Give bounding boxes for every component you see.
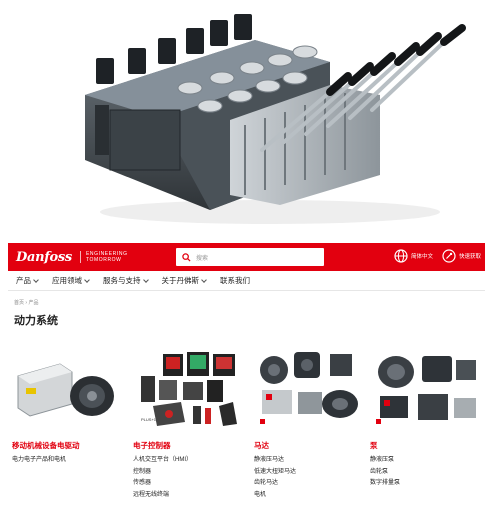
category-title[interactable]: 移动机械设备电驱动 [12, 440, 128, 451]
inverter-motor-image [17, 363, 114, 417]
category-links: 电力电子产品和电机 [12, 455, 128, 467]
language-selector[interactable]: 简体中文 [394, 249, 433, 263]
main-nav: 产品 应用领域 服务与支持 关于丹佛斯 联系我们 [8, 271, 485, 291]
support-icon [442, 249, 456, 263]
category-link[interactable]: 控制器 [133, 467, 249, 479]
breadcrumb[interactable]: 首页 › 产品 [14, 299, 38, 306]
category-title[interactable]: 泵 [370, 440, 485, 451]
page-title: 动力系统 [14, 315, 58, 327]
search-icon [182, 252, 191, 262]
category-title[interactable]: 电子控制器 [133, 440, 249, 451]
category-image[interactable] [254, 346, 370, 434]
nav-label: 应用领域 [52, 276, 82, 285]
nav-item-contact[interactable]: 联系我们 [220, 275, 250, 286]
category-image[interactable]: PLUS+1 [133, 346, 249, 434]
search-placeholder: 搜索 [196, 255, 209, 262]
nav-label: 关于丹佛斯 [161, 276, 200, 285]
category-link[interactable]: 数字排量泵 [370, 478, 485, 490]
category-link[interactable]: 静液压泵 [370, 455, 485, 467]
category-image[interactable] [370, 346, 485, 434]
chevron-down-icon [142, 276, 149, 283]
category-link[interactable]: 低速大扭矩马达 [254, 467, 370, 479]
quick-support-link[interactable]: 快速获取 [442, 249, 481, 263]
valve-stack-illustration [85, 14, 466, 224]
chevron-down-icon [84, 276, 90, 283]
nav-label: 服务与支持 [103, 276, 141, 285]
brand-badge [260, 419, 265, 424]
pumps-image [378, 356, 476, 420]
category-link[interactable]: 电机 [254, 490, 370, 502]
chevron-down-icon [201, 276, 207, 283]
nav-label: 联系我们 [220, 276, 250, 285]
category-links: 静液压泵 齿轮泵 数字排量泵 [370, 455, 485, 490]
category-link[interactable]: 传感器 [133, 478, 249, 490]
danfoss-logo[interactable]: Danfoss ENGINEERING TOMORROW [16, 250, 128, 265]
category-card[interactable]: 泵 静液压泵 齿轮泵 数字排量泵 [370, 346, 485, 490]
category-link[interactable]: 齿轮泵 [370, 467, 485, 479]
category-link[interactable]: 静液压马达 [254, 455, 370, 467]
language-label: 简体中文 [410, 254, 433, 260]
category-links: 静液压马达 低速大扭矩马达 齿轮马达 电机 [254, 455, 370, 501]
search-input[interactable]: 搜索 [176, 248, 324, 266]
nav-item-applications[interactable]: 应用领域 [52, 275, 90, 286]
category-card[interactable]: 移动机械设备电驱动 电力电子产品和电机 [12, 346, 128, 467]
logo-wordmark: Danfoss [16, 249, 72, 265]
logo-tagline: ENGINEERING TOMORROW [79, 251, 128, 263]
nav-item-about[interactable]: 关于丹佛斯 [162, 275, 207, 286]
globe-icon [394, 249, 408, 263]
brand-badge [376, 419, 381, 424]
category-card[interactable]: 马达 静液压马达 低速大扭矩马达 齿轮马达 电机 [254, 346, 370, 501]
nav-item-service-support[interactable]: 服务与支持 [103, 275, 149, 286]
chevron-down-icon [33, 276, 39, 283]
category-image[interactable] [12, 346, 128, 434]
category-link[interactable]: 电力电子产品和电机 [12, 455, 128, 467]
nav-item-products[interactable]: 产品 [16, 275, 39, 286]
category-link[interactable]: 人机交互平台（HMI） [133, 455, 249, 467]
plus1-badge: PLUS+1 [141, 417, 157, 422]
tagline-line-2: TOMORROW [85, 257, 122, 263]
hero-product-image [0, 0, 485, 240]
site-header: Danfoss ENGINEERING TOMORROW 搜索 简体中文 快速获… [8, 243, 485, 271]
category-link[interactable]: 齿轮马达 [254, 478, 370, 490]
category-card[interactable]: PLUS+1 电子控制器 人机交互平台（HMI） 控制器 传感器 远程无线终端 [133, 346, 249, 501]
category-title[interactable]: 马达 [254, 440, 370, 451]
category-link[interactable]: 远程无线终端 [133, 490, 249, 502]
support-label: 快速获取 [458, 254, 481, 260]
nav-label: 产品 [16, 276, 31, 285]
motors-image [260, 352, 358, 418]
category-links: 人机交互平台（HMI） 控制器 传感器 远程无线终端 [133, 455, 249, 501]
